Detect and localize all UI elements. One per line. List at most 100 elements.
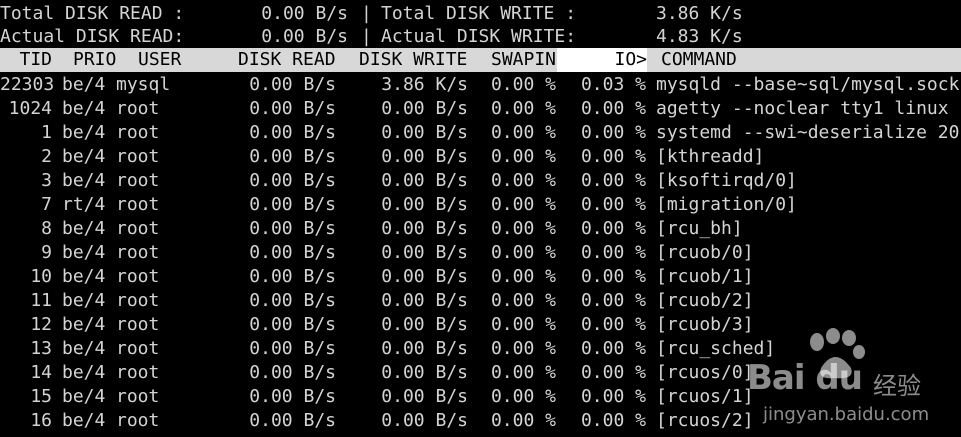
row-io: 0.00 %: [580, 98, 646, 119]
table-row[interactable]: 8 be/4 root 0.00 B/s 0.00 B/s 0.00 % 0.00 % [rc…: [0, 217, 961, 241]
row-tid: 9: [41, 242, 52, 263]
row-prio: be/4: [62, 386, 106, 407]
row-tid: 14: [30, 362, 52, 383]
row-prio: rt/4: [62, 194, 106, 215]
row-disk-read: 0.00 B/s: [249, 266, 336, 287]
row-disk-write: 0.00 B/s: [381, 338, 468, 359]
row-disk-read: 0.00 B/s: [249, 146, 336, 167]
row-disk-write: 0.00 B/s: [381, 170, 468, 191]
column-header-disk-write[interactable]: DISK WRITE: [359, 48, 467, 72]
row-io: 0.00 %: [580, 338, 646, 359]
row-command: [rcuob/1]: [656, 266, 754, 287]
row-io: 0.00 %: [580, 410, 646, 431]
row-disk-write: 0.00 B/s: [381, 218, 468, 239]
row-command: [rcuob/0]: [656, 242, 754, 263]
row-disk-write: 3.86 K/s: [381, 74, 468, 95]
row-disk-read: 0.00 B/s: [249, 170, 336, 191]
row-disk-read: 0.00 B/s: [249, 314, 336, 335]
column-header-user[interactable]: USER: [138, 48, 181, 72]
column-header-disk-read[interactable]: DISK READ: [238, 48, 336, 72]
row-user: root: [116, 122, 160, 143]
row-io: 0.00 %: [580, 170, 646, 191]
row-swapin: 0.00 %: [490, 410, 556, 431]
row-io: 0.00 %: [580, 218, 646, 239]
table-row[interactable]: 9 be/4 root 0.00 B/s 0.00 B/s 0.00 % 0.00 % [rc…: [0, 241, 961, 265]
row-io: 0.00 %: [580, 122, 646, 143]
column-header-bar: TID PRIO USER DISK READ DISK WRITE SWAPI…: [0, 48, 961, 72]
row-io: 0.00 %: [580, 242, 646, 263]
row-swapin: 0.00 %: [490, 290, 556, 311]
row-disk-write: 0.00 B/s: [381, 242, 468, 263]
row-user: root: [116, 338, 160, 359]
row-disk-write: 0.00 B/s: [381, 146, 468, 167]
summary-separator: |: [361, 26, 372, 47]
column-header-tid[interactable]: TID: [0, 48, 52, 72]
summary-total-line: Total DISK READ : 0.00 B/s | Total DISK …: [0, 2, 961, 26]
baidu-jingyan-watermark: Bai du 经验 jingyan.baidu.com: [745, 328, 955, 428]
row-swapin: 0.00 %: [490, 122, 556, 143]
table-row[interactable]: 22303 be/4 mysql 0.00 B/s 3.86 K/s 0.00 % 0.03…: [0, 73, 961, 97]
row-swapin: 0.00 %: [490, 386, 556, 407]
row-disk-read: 0.00 B/s: [249, 386, 336, 407]
row-user: root: [116, 170, 160, 191]
row-disk-write: 0.00 B/s: [381, 362, 468, 383]
row-prio: be/4: [62, 98, 106, 119]
row-prio: be/4: [62, 266, 106, 287]
row-tid: 2: [41, 146, 52, 167]
row-disk-write: 0.00 B/s: [381, 266, 468, 287]
row-user: root: [116, 266, 160, 287]
row-swapin: 0.00 %: [490, 314, 556, 335]
row-prio: be/4: [62, 218, 106, 239]
row-disk-read: 0.00 B/s: [249, 290, 336, 311]
row-disk-read: 0.00 B/s: [249, 242, 336, 263]
table-row[interactable]: 3 be/4 root 0.00 B/s 0.00 B/s 0.00 % 0.00 % [ks…: [0, 169, 961, 193]
row-tid: 22303: [0, 74, 55, 95]
actual-disk-write-value: 4.83 K/s: [656, 26, 743, 47]
row-user: root: [116, 386, 160, 407]
row-user: root: [116, 194, 160, 215]
row-disk-read: 0.00 B/s: [249, 362, 336, 383]
row-tid: 10: [30, 266, 52, 287]
row-command: [ksoftirqd/0]: [656, 170, 797, 191]
row-io: 0.00 %: [580, 362, 646, 383]
table-row[interactable]: 1024 be/4 root 0.00 B/s 0.00 B/s 0.00 % 0.00 %…: [0, 97, 961, 121]
table-row[interactable]: 7 rt/4 root 0.00 B/s 0.00 B/s 0.00 % 0.00 % [mi…: [0, 193, 961, 217]
row-swapin: 0.00 %: [490, 194, 556, 215]
row-command: [migration/0]: [656, 194, 797, 215]
row-swapin: 0.00 %: [490, 146, 556, 167]
column-header-prio[interactable]: PRIO: [73, 48, 116, 72]
table-row[interactable]: 2 be/4 root 0.00 B/s 0.00 B/s 0.00 % 0.00 % [kt…: [0, 145, 961, 169]
table-row[interactable]: 11 be/4 root 0.00 B/s 0.00 B/s 0.00 % 0.00 % [r…: [0, 289, 961, 313]
jingyan-label: 经验: [873, 372, 921, 400]
row-io: 0.00 %: [580, 290, 646, 311]
row-user: root: [116, 242, 160, 263]
table-row[interactable]: 1 be/4 root 0.00 B/s 0.00 B/s 0.00 % 0.00 % sys…: [0, 121, 961, 145]
row-disk-read: 0.00 B/s: [249, 98, 336, 119]
total-disk-write-value: 3.86 K/s: [656, 3, 743, 24]
row-disk-write: 0.00 B/s: [381, 314, 468, 335]
row-tid: 15: [30, 386, 52, 407]
row-io: 0.00 %: [580, 146, 646, 167]
column-header-io-sorted[interactable]: IO>: [557, 48, 647, 72]
row-io: 0.00 %: [580, 314, 646, 335]
row-user: root: [116, 362, 160, 383]
row-prio: be/4: [62, 242, 106, 263]
row-swapin: 0.00 %: [490, 338, 556, 359]
total-disk-read-value: 0.00 B/s: [261, 3, 348, 24]
row-disk-read: 0.00 B/s: [249, 218, 336, 239]
row-command: [rcuos/1]: [656, 386, 754, 407]
column-header-command[interactable]: COMMAND: [661, 48, 737, 72]
row-tid: 7: [41, 194, 52, 215]
row-prio: be/4: [62, 74, 106, 95]
row-swapin: 0.00 %: [490, 218, 556, 239]
column-header-swapin[interactable]: SWAPIN: [491, 48, 556, 72]
total-disk-read-label: Total DISK READ :: [0, 3, 185, 24]
row-prio: be/4: [62, 146, 106, 167]
row-disk-write: 0.00 B/s: [381, 386, 468, 407]
row-io: 0.00 %: [580, 266, 646, 287]
row-disk-read: 0.00 B/s: [249, 74, 336, 95]
row-user: root: [116, 98, 160, 119]
table-row[interactable]: 10 be/4 root 0.00 B/s 0.00 B/s 0.00 % 0.00 % [r…: [0, 265, 961, 289]
row-tid: 1: [41, 122, 52, 143]
row-tid: 12: [30, 314, 52, 335]
